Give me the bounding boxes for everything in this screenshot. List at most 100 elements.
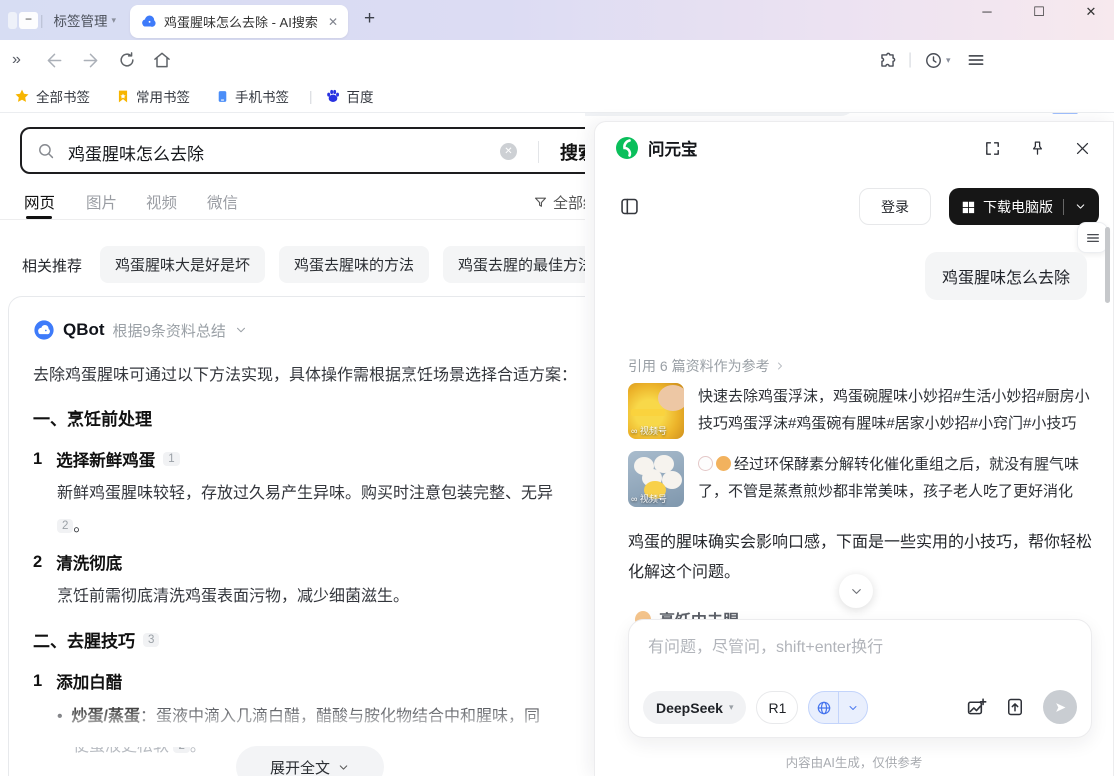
expand-full-text-button[interactable]: 展开全文 xyxy=(236,746,384,776)
browser-window: − | 标签管理 ▾ 鸡蛋腥味怎么去除 - AI搜索 ✕ + ─ ☐ ✕ » h… xyxy=(0,0,1114,776)
search-query-text[interactable]: 鸡蛋腥味怎么去除 xyxy=(68,140,204,165)
yuanbao-side-panel: 问元宝 登录 下载电脑版 鸡蛋腥味怎么去除 引用 6 篇资料作为参考 xyxy=(594,121,1114,776)
active-tab[interactable]: 鸡蛋腥味怎么去除 - AI搜索 ✕ xyxy=(130,5,348,38)
minimize-tabs-icon: − xyxy=(19,12,38,29)
baidu-paw-icon xyxy=(325,88,341,104)
citations-toggle[interactable]: 引用 6 篇资料作为参考 xyxy=(628,356,786,376)
download-desktop-button[interactable]: 下载电脑版 xyxy=(949,188,1099,225)
tab-manager-menu[interactable]: | 标签管理 ▾ xyxy=(40,10,116,30)
home-button[interactable] xyxy=(152,50,172,70)
login-button[interactable]: 登录 xyxy=(859,188,931,225)
tab-title: 鸡蛋腥味怎么去除 - AI搜索 xyxy=(164,12,322,31)
video-thumbnail: ∞ 视频号 xyxy=(628,451,684,507)
tab-videos[interactable]: 视频 xyxy=(146,191,177,213)
tab-close-icon[interactable]: ✕ xyxy=(328,15,338,29)
qbot-source-note: 根据9条资料总结 xyxy=(113,320,226,341)
tab-images[interactable]: 图片 xyxy=(86,191,117,213)
extensions-icon[interactable] xyxy=(878,51,897,70)
filter-all-results[interactable]: 全部结 xyxy=(533,192,585,213)
section-heading: 一、烹饪前处理 xyxy=(33,405,585,430)
bookmark-mobile[interactable]: 手机书签 xyxy=(216,86,289,106)
refresh-button[interactable] xyxy=(117,50,137,70)
citations-label: 引用 6 篇资料作为参考 xyxy=(628,356,770,376)
scroll-to-bottom-button[interactable] xyxy=(839,574,873,608)
divider xyxy=(538,141,539,163)
chicken-emoji xyxy=(698,456,713,471)
clear-search-icon[interactable]: ✕ xyxy=(500,143,517,160)
back-button[interactable] xyxy=(44,50,65,71)
bookmark-all[interactable]: 全部书签 xyxy=(14,86,90,106)
bookmark-baidu[interactable]: 百度 xyxy=(325,86,374,106)
history-clock-icon[interactable]: ▾ xyxy=(924,51,951,70)
sogou-ai-favicon xyxy=(140,13,157,30)
globe-icon xyxy=(816,700,832,716)
chevron-down-icon xyxy=(849,584,864,599)
bookmarks-bar: 全部书签 常用书签 手机书签 | 百度 xyxy=(0,80,1114,113)
tab-wechat[interactable]: 微信 xyxy=(207,191,238,213)
tab-web[interactable]: 网页 xyxy=(24,191,55,213)
yuanbao-logo-icon xyxy=(615,136,639,160)
model-selector[interactable]: DeepSeek ▾ xyxy=(643,691,746,724)
list-item-title: 1添加白醋 xyxy=(33,669,585,693)
search-icon xyxy=(37,142,56,161)
chevron-right-icon xyxy=(774,360,786,372)
forward-button[interactable] xyxy=(80,50,101,71)
divider: | xyxy=(40,13,44,28)
chat-input[interactable] xyxy=(648,633,1068,673)
citation-badge[interactable]: 2 xyxy=(57,519,73,533)
citation-card[interactable]: ∞ 视频号 经过环保酵素分解转化催化重组之后，就没有腥气味了，不管是蒸煮煎炒都非… xyxy=(628,451,1090,507)
section-heading: 二、去腥技巧 3 xyxy=(33,627,585,652)
toolbar-divider: | xyxy=(908,51,912,69)
overflow-chevrons-button[interactable]: » xyxy=(12,51,21,69)
bookmark-label: 常用书签 xyxy=(136,86,190,106)
channels-watermark: ∞ 视频号 xyxy=(631,492,667,505)
expand-label: 展开全文 xyxy=(270,757,330,776)
pin-icon[interactable] xyxy=(1029,140,1046,157)
chevron-down-icon[interactable] xyxy=(1074,200,1087,213)
bookmark-common[interactable]: 常用书签 xyxy=(116,86,190,106)
search-button[interactable]: 搜索 xyxy=(560,139,585,165)
related-chip[interactable]: 鸡蛋去腥的最佳方法 xyxy=(443,246,585,283)
tab-bar: − | 标签管理 ▾ 鸡蛋腥味怎么去除 - AI搜索 ✕ + ─ ☐ ✕ xyxy=(0,0,1114,40)
window-minimize-button[interactable]: ─ xyxy=(972,4,1002,20)
window-close-button[interactable]: ✕ xyxy=(1076,4,1106,20)
add-image-icon[interactable] xyxy=(966,697,987,718)
list-item-text: 2。 xyxy=(33,512,585,536)
close-icon[interactable] xyxy=(1074,140,1091,157)
send-button[interactable] xyxy=(1043,690,1077,724)
search-box[interactable]: 鸡蛋腥味怎么去除 ✕ 搜索 xyxy=(20,127,585,174)
chevron-down-icon: ▾ xyxy=(729,702,734,713)
window-maximize-button[interactable]: ☐ xyxy=(1024,4,1054,20)
model-variant-toggle[interactable]: R1 xyxy=(756,691,798,724)
list-item-text: 新鲜鸡蛋腥味较轻，存放过久易产生异味。购买时注意包装完整、无异 xyxy=(33,480,585,508)
citation-badge[interactable]: 3 xyxy=(143,633,159,647)
list-item-title: 1选择新鲜鸡蛋 1 xyxy=(33,447,585,471)
new-tab-button[interactable]: + xyxy=(364,8,375,30)
bookmark-label: 百度 xyxy=(347,86,374,106)
sidebar-toggle-icon[interactable] xyxy=(619,196,640,217)
related-suggestions: 相关推荐 鸡蛋腥味大是好是坏 鸡蛋去腥味的方法 鸡蛋去腥的最佳方法 冫 xyxy=(0,246,585,286)
qbot-logo-icon xyxy=(33,319,55,341)
channels-watermark: ∞ 视频号 xyxy=(631,424,667,437)
panel-menu-button[interactable] xyxy=(1077,222,1108,253)
related-chip[interactable]: 鸡蛋去腥味的方法 xyxy=(279,246,429,283)
web-search-toggle[interactable] xyxy=(808,691,868,724)
star-icon xyxy=(14,88,30,104)
menu-hamburger-icon[interactable] xyxy=(966,50,986,70)
phone-icon xyxy=(216,89,229,104)
related-chip[interactable]: 鸡蛋腥味大是好是坏 xyxy=(100,246,265,283)
list-item-title: 2清洗彻底 xyxy=(33,550,585,574)
upload-file-icon[interactable] xyxy=(1005,697,1025,717)
tab-list-button[interactable]: − xyxy=(8,12,38,29)
fullscreen-icon[interactable] xyxy=(984,140,1001,157)
citation-badge[interactable]: 1 xyxy=(163,452,179,466)
chevron-down-icon[interactable] xyxy=(234,323,248,337)
windows-logo-icon xyxy=(961,200,975,214)
citation-text: 经过环保酵素分解转化催化重组之后，就没有腥气味了，不管是蒸煮煎炒都非常美味，孩子… xyxy=(698,451,1090,507)
panel-scrollbar[interactable] xyxy=(1105,227,1110,303)
citation-card[interactable]: ∞ 视频号 快速去除鸡蛋浮沫，鸡蛋碗腥味小妙招#生活小妙招#厨房小技巧鸡蛋浮沫#… xyxy=(628,383,1090,439)
egg-emoji xyxy=(716,456,731,471)
send-arrow-icon xyxy=(1053,700,1068,715)
divider xyxy=(1063,199,1064,215)
bookmark-label: 全部书签 xyxy=(36,86,90,106)
